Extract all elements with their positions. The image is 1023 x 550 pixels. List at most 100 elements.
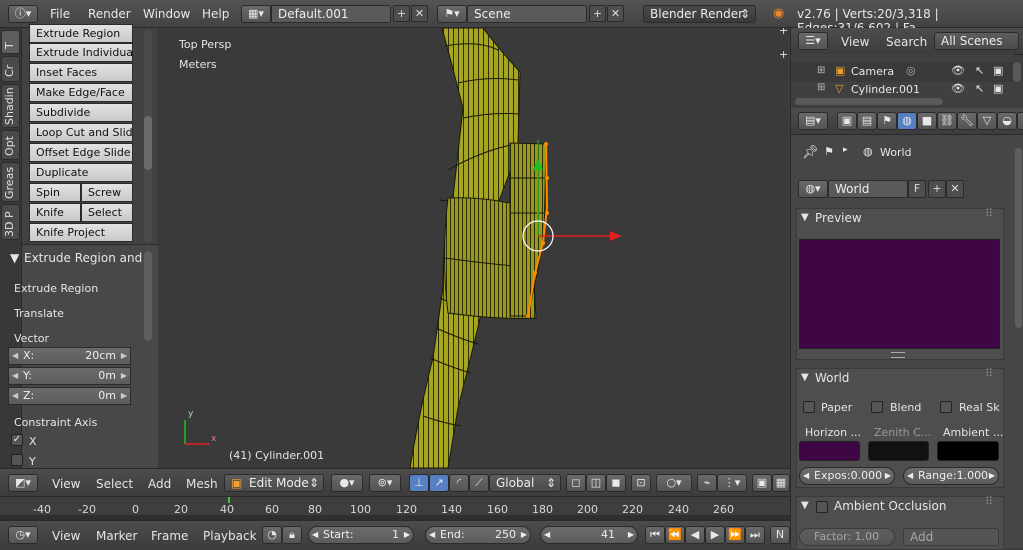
extrude-individual-button[interactable]: Extrude Individual [29, 43, 133, 62]
real-sky-checkbox[interactable] [940, 401, 952, 413]
expand-icon[interactable]: ⊞ [817, 82, 825, 93]
menu-view[interactable]: View [52, 529, 80, 543]
world-browse-button[interactable]: ◍▾ [798, 180, 828, 198]
world-context-icon[interactable]: ◍ [897, 112, 917, 130]
editor-type-outliner-button[interactable]: ☰▾ [798, 32, 828, 50]
scene-context-icon[interactable]: ⚑ [877, 112, 897, 130]
constraints-context-icon[interactable]: ⛓ [937, 112, 957, 130]
panel-drag-handle-icon[interactable]: ⠿ [985, 367, 993, 380]
blend-sky-checkbox[interactable] [871, 401, 883, 413]
end-frame-field[interactable]: ◀ End: 250 ▶ [425, 526, 531, 544]
inset-faces-button[interactable]: Inset Faces [29, 63, 133, 82]
scene-field[interactable]: Scene [467, 5, 587, 23]
data-context-icon[interactable]: ▽ [977, 112, 997, 130]
visibility-eye-icon[interactable]: 👁︎ [951, 82, 965, 95]
material-context-icon[interactable]: ◒ [997, 112, 1017, 130]
editor-type-properties-button[interactable]: ▤▾ [798, 112, 828, 130]
editor-type-info-button[interactable]: ⓘ▾ [8, 5, 38, 23]
tab-3d-printing[interactable]: 3D P [1, 204, 20, 240]
play-icon[interactable]: ▶ [705, 526, 725, 544]
jump-end-icon[interactable]: ⏭ [745, 526, 765, 544]
knife-button[interactable]: Knife [29, 203, 81, 222]
expand-icon[interactable]: ⊞ [817, 65, 825, 76]
constraint-y-checkbox[interactable] [11, 454, 23, 466]
range-field[interactable]: ◀ Range:1.000 ▶ [903, 467, 999, 485]
interaction-mode-dropdown[interactable]: ▣ Edit Mode ⇕ [224, 474, 324, 492]
zenith-color-swatch[interactable] [868, 441, 929, 461]
proportional-edit-button[interactable]: ○▾ [656, 474, 692, 492]
menu-view[interactable]: View [52, 477, 80, 491]
loop-cut-button[interactable]: Loop Cut and Slide [29, 123, 133, 142]
transform-orientation-dropdown[interactable]: Global ⇕ [489, 474, 561, 492]
spin-button[interactable]: Spin [29, 183, 81, 202]
tab-options[interactable]: Opt [1, 130, 20, 160]
editor-type-3dview-button[interactable]: ◩▾ [8, 474, 38, 492]
horizon-color-swatch[interactable] [799, 441, 860, 461]
outliner-menu-view[interactable]: View [841, 35, 869, 49]
ao-factor-field[interactable]: Factor: 1.00 [799, 528, 895, 546]
exposure-field[interactable]: ◀ Expos:0.000 ▶ [799, 467, 895, 485]
add-scene-button[interactable]: + [589, 5, 606, 22]
knife-project-button[interactable]: Knife Project [29, 223, 133, 242]
vertex-select-icon[interactable]: ◻ [566, 474, 586, 492]
menu-help[interactable]: Help [202, 7, 229, 21]
viewport-shading-button[interactable]: ●▾ [331, 474, 363, 492]
edge-select-icon[interactable]: ◫ [586, 474, 606, 492]
constraint-x-checkbox[interactable]: ✓ [11, 434, 23, 446]
no-sync-dropdown[interactable]: N [770, 526, 790, 544]
panel-collapse-icon[interactable]: ▼ [801, 372, 809, 383]
more-context-icon[interactable] [1017, 112, 1023, 130]
outliner-menu-search[interactable]: Search [886, 35, 927, 49]
jump-start-icon[interactable]: ⏮ [645, 526, 665, 544]
remove-screen-button[interactable]: ✕ [411, 5, 428, 22]
menu-playback[interactable]: Playback [203, 529, 257, 543]
translate-manipulator-icon[interactable]: ↗ [429, 474, 449, 492]
unlink-world-button[interactable]: ✕ [946, 180, 964, 198]
outliner-row-camera[interactable]: ⊞ ▣ Camera ◎ 👁︎ ↖ ▣ [791, 62, 1014, 82]
menu-add[interactable]: Add [148, 477, 171, 491]
render-context-icon[interactable]: ▣ [837, 112, 857, 130]
lock-icon[interactable]: 🔒︎ [282, 526, 302, 544]
outliner-display-mode-dropdown[interactable]: All Scenes [934, 32, 1019, 50]
menu-frame[interactable]: Frame [151, 529, 188, 543]
outliner-row-cylinder[interactable]: ⊞ ▽ Cylinder.001 👁︎ ↖ ▣ [791, 82, 1014, 98]
render-opengl-icon[interactable]: ▣ [752, 474, 772, 492]
vector-y-field[interactable]: ◀ Y: 0m ▶ [8, 367, 131, 385]
limit-selection-icon[interactable]: ⊡ [631, 474, 651, 492]
render-anim-icon[interactable]: ▦ [772, 474, 790, 492]
world-name-field[interactable]: World [828, 180, 908, 198]
ambient-color-swatch[interactable] [937, 441, 999, 461]
visibility-eye-icon[interactable]: 👁︎ [951, 64, 965, 77]
render-layers-context-icon[interactable]: ▤ [857, 112, 877, 130]
menu-select[interactable]: Select [96, 477, 133, 491]
jump-keyframe-back-icon[interactable]: ⏪ [665, 526, 685, 544]
render-engine-dropdown[interactable]: Blender Render ⇕ [643, 5, 756, 23]
editor-type-timeline-button[interactable]: ◷▾ [8, 526, 38, 544]
3d-viewport[interactable]: Top Persp Meters + + y x (41) Cylinder.0… [158, 28, 788, 468]
vector-z-field[interactable]: ◀ Z: 0m ▶ [8, 387, 131, 405]
operator-scrollbar[interactable] [144, 251, 152, 341]
ambient-occlusion-checkbox[interactable] [816, 501, 828, 513]
jump-keyframe-forward-icon[interactable]: ⏩ [725, 526, 745, 544]
remove-scene-button[interactable]: ✕ [607, 5, 624, 22]
face-select-icon[interactable]: ◼ [606, 474, 626, 492]
current-frame-marker[interactable] [228, 497, 230, 503]
preview-range-icon[interactable]: ◔ [262, 526, 282, 544]
panel-collapse-icon[interactable]: ▼ [801, 212, 809, 223]
shelf-scrollbar-thumb[interactable] [144, 116, 152, 170]
menu-file[interactable]: File [50, 7, 70, 21]
renderable-camera-icon[interactable]: ▣ [993, 64, 1003, 77]
tab-create[interactable]: Cr [1, 56, 20, 82]
panel-drag-handle-icon[interactable]: ⠿ [985, 495, 993, 508]
panel-collapse-icon[interactable]: ▼ [801, 500, 809, 511]
snap-toggle-icon[interactable]: ⌁ [697, 474, 717, 492]
rotate-manipulator-icon[interactable]: ◜ [449, 474, 469, 492]
vector-x-field[interactable]: ◀ X: 20cm ▶ [8, 347, 131, 365]
subdivide-button[interactable]: Subdivide [29, 103, 133, 122]
tab-shading[interactable]: Shadin [1, 84, 20, 128]
modifiers-context-icon[interactable]: 🔧︎ [957, 112, 977, 130]
selectable-cursor-icon[interactable]: ↖ [975, 82, 984, 95]
menu-window[interactable]: Window [143, 7, 190, 21]
cylinder-mesh[interactable] [409, 28, 547, 468]
properties-scrollbar[interactable] [1015, 148, 1022, 328]
